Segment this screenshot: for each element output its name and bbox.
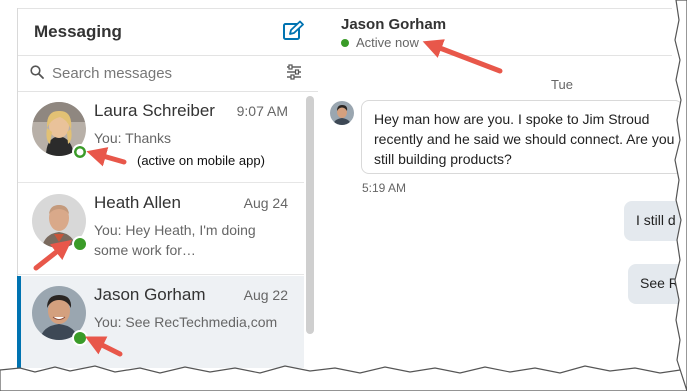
incoming-message-text: Hey man how are you. I spoke to Jim Stro… <box>374 109 674 169</box>
mobile-presence-indicator <box>72 144 88 160</box>
conversation-name: Laura Schreiber <box>94 101 215 120</box>
conversation-snippet: You: See RecTechmedia,com <box>94 314 278 330</box>
chat-header: Jason Gorham Active now <box>318 8 672 56</box>
conversation-snippet: You: Thanks <box>94 130 172 146</box>
active-presence-indicator <box>72 236 88 252</box>
outgoing-message-text: I still d <box>636 212 676 228</box>
annotation-note: (active on mobile app) <box>137 153 265 168</box>
conversation-item-laura[interactable]: Laura Schreiber 9:07 AM You: Thanks <box>18 92 304 183</box>
conversation-name: Heath Allen <box>94 193 181 212</box>
message-timestamp: 5:19 AM <box>362 181 407 195</box>
sidebar-title: Messaging <box>34 22 122 41</box>
conversation-time: Aug 24 <box>243 195 288 211</box>
message-line: still building products? <box>374 151 512 167</box>
message-line: recently and he said we should connect. … <box>374 131 675 147</box>
conversation-sidebar: Messaging Search messages Laura Schreibe… <box>17 8 319 368</box>
conversation-time: Aug 22 <box>243 287 288 303</box>
sidebar-header: Messaging <box>18 8 318 56</box>
compose-icon[interactable] <box>282 20 304 42</box>
conversation-name: Jason Gorham <box>94 285 206 304</box>
search-input[interactable] <box>50 61 274 85</box>
incoming-message-bubble: Hey man how are you. I spoke to Jim Stro… <box>361 100 683 174</box>
conversation-snippet: You: Hey Heath, I'm doing some work for… <box>94 222 256 258</box>
conversation-item-jason[interactable]: Jason Gorham Aug 22 You: See RecTechmedi… <box>17 276 304 368</box>
conversation-list-scrollbar[interactable] <box>306 96 314 334</box>
active-presence-indicator <box>72 330 88 346</box>
chat-pane: Jason Gorham Active now Tue Hey man how … <box>318 8 687 368</box>
selected-indicator <box>17 276 21 368</box>
message-line: Hey man how are you. I spoke to Jim Stro… <box>374 111 650 127</box>
screenshot-frame: Messaging Search messages Laura Schreibe… <box>0 0 687 391</box>
torn-edge-right <box>674 0 687 391</box>
day-divider: Tue <box>551 77 573 92</box>
filter-sliders-icon[interactable] <box>286 64 302 80</box>
conversation-item-heath[interactable]: Heath Allen Aug 24 You: Hey Heath, I'm d… <box>18 184 304 275</box>
active-status-text: Active now <box>356 35 419 50</box>
active-status-dot <box>341 39 349 47</box>
search-bar <box>18 55 318 92</box>
conversation-list: Laura Schreiber 9:07 AM You: Thanks Heat <box>17 92 318 368</box>
search-icon <box>30 65 44 79</box>
torn-edge-bottom <box>0 365 687 391</box>
contact-name[interactable]: Jason Gorham <box>341 16 446 33</box>
sender-avatar[interactable] <box>330 101 354 125</box>
conversation-time: 9:07 AM <box>236 103 288 119</box>
